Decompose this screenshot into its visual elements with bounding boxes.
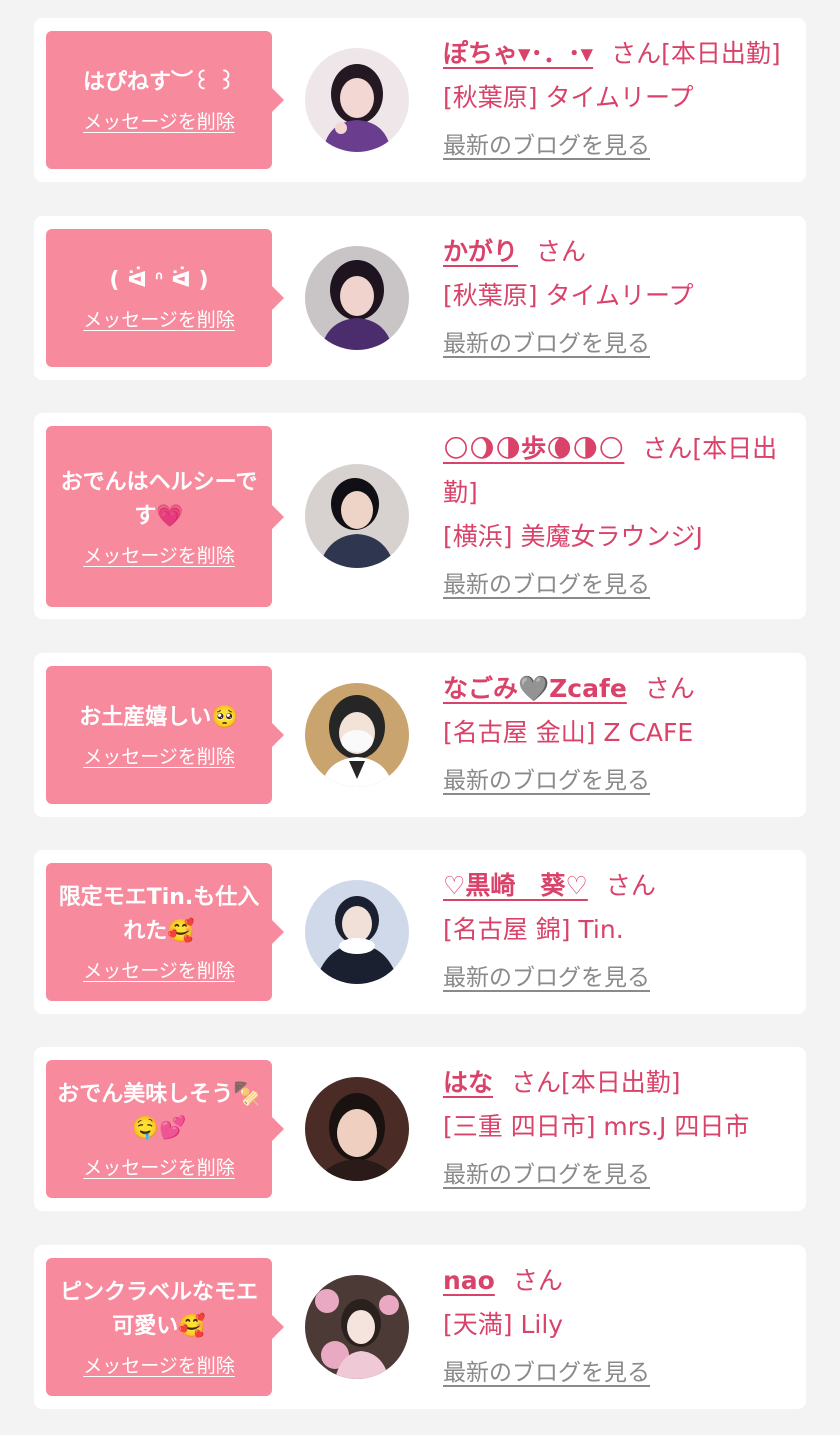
message-text: はぴねす︶꒰ ꒱	[82, 70, 236, 95]
favorite-card: はぴねす︶꒰ ꒱ メッセージを削除 ぽちゃ▾･．･▾ さん[本日出勤] [秋葉原]…	[34, 18, 806, 182]
latest-blog-link[interactable]: 最新のブログを見る	[443, 962, 650, 994]
profile-name-link[interactable]: 🌕🌖🌗歩🌘🌗🌕	[443, 434, 624, 463]
message-text: 限定モエTin.も仕入れた🥰	[58, 885, 260, 944]
message-bubble: ( ᐛ ᐢ ᐛ ) メッセージを削除	[46, 229, 284, 367]
latest-blog-link[interactable]: 最新のブログを見る	[443, 765, 650, 797]
message-bubble: 限定モエTin.も仕入れた🥰 メッセージを削除	[46, 863, 284, 1001]
profile-name-link[interactable]: ♡黒崎 葵♡	[443, 871, 588, 900]
shop-name: [横浜] 美魔女ラウンジJ	[443, 522, 703, 551]
delete-message-link[interactable]: メッセージを削除	[83, 745, 235, 769]
avatar[interactable]	[305, 246, 409, 350]
message-bubble: ピンクラベルなモエ可愛い🥰 メッセージを削除	[46, 1258, 284, 1396]
delete-message-link[interactable]: メッセージを削除	[83, 110, 235, 134]
message-bubble: はぴねす︶꒰ ꒱ メッセージを削除	[46, 31, 284, 169]
profile-info: 🌕🌖🌗歩🌘🌗🌕 さん[本日出勤] [横浜] 美魔女ラウンジJ 最新のブログを見る	[443, 427, 796, 601]
latest-blog-link[interactable]: 最新のブログを見る	[443, 328, 650, 360]
latest-blog-link[interactable]: 最新のブログを見る	[443, 1159, 650, 1191]
profile-info: nao さん [天満] Lily 最新のブログを見る	[443, 1259, 796, 1389]
honorific: さん	[644, 674, 695, 703]
profile-info: なごみ🩶Zcafe さん [名古屋 金山] Z CAFE 最新のブログを見る	[443, 667, 796, 797]
work-status: [本日出勤]	[561, 1068, 681, 1097]
shop-name: [天満] Lily	[443, 1310, 564, 1339]
profile-info: かがり さん [秋葉原] タイムリープ 最新のブログを見る	[443, 230, 796, 360]
avatar[interactable]	[305, 880, 409, 984]
avatar[interactable]	[305, 683, 409, 787]
message-bubble: おでん美味しそう🍢🤤💕 メッセージを削除	[46, 1060, 284, 1198]
honorific: さん	[611, 39, 662, 68]
profile-name-link[interactable]: はな	[443, 1068, 493, 1097]
delete-message-link[interactable]: メッセージを削除	[83, 1354, 235, 1378]
profile-name-link[interactable]: nao	[443, 1266, 495, 1295]
message-text: おでんはヘルシーです💗	[60, 469, 258, 529]
favorite-card: お土産嬉しい🥺 メッセージを削除 なごみ🩶Zcafe さん [名古屋 金山] Z …	[34, 653, 806, 817]
shop-name: [名古屋 錦] Tin.	[443, 915, 624, 944]
profile-info: ♡黒崎 葵♡ さん [名古屋 錦] Tin. 最新のブログを見る	[443, 864, 796, 994]
work-status: [本日出勤]	[661, 39, 781, 68]
profile-name-link[interactable]: ぽちゃ▾･．･▾	[443, 39, 593, 68]
shop-name: [秋葉原] タイムリープ	[443, 281, 694, 310]
favorite-card: 限定モエTin.も仕入れた🥰 メッセージを削除 ♡黒崎 葵♡ さん [名古屋 錦]…	[34, 850, 806, 1014]
avatar[interactable]	[305, 48, 409, 152]
honorific: さん	[512, 1266, 563, 1295]
latest-blog-link[interactable]: 最新のブログを見る	[443, 569, 650, 601]
message-text: お土産嬉しい🥺	[79, 705, 239, 730]
honorific: さん	[642, 434, 693, 463]
favorites-message-list: はぴねす︶꒰ ꒱ メッセージを削除 ぽちゃ▾･．･▾ さん[本日出勤] [秋葉原]…	[0, 0, 840, 1435]
latest-blog-link[interactable]: 最新のブログを見る	[443, 130, 650, 162]
honorific: さん	[605, 871, 656, 900]
avatar[interactable]	[305, 1077, 409, 1181]
message-text: ( ᐛ ᐢ ᐛ )	[109, 268, 209, 293]
favorite-card: おでん美味しそう🍢🤤💕 メッセージを削除 はな さん[本日出勤] [三重 四日市]…	[34, 1047, 806, 1211]
shop-name: [名古屋 金山] Z CAFE	[443, 718, 694, 747]
profile-info: ぽちゃ▾･．･▾ さん[本日出勤] [秋葉原] タイムリープ 最新のブログを見る	[443, 32, 796, 162]
shop-name: [秋葉原] タイムリープ	[443, 83, 694, 112]
latest-blog-link[interactable]: 最新のブログを見る	[443, 1357, 650, 1389]
message-text: ピンクラベルなモエ可愛い🥰	[59, 1280, 258, 1339]
shop-name: [三重 四日市] mrs.J 四日市	[443, 1112, 750, 1141]
favorite-card: ( ᐛ ᐢ ᐛ ) メッセージを削除 かがり さん [秋葉原] タイムリープ 最新…	[34, 216, 806, 380]
profile-name-link[interactable]: かがり	[443, 237, 518, 266]
message-bubble: お土産嬉しい🥺 メッセージを削除	[46, 666, 284, 804]
delete-message-link[interactable]: メッセージを削除	[83, 544, 235, 568]
profile-info: はな さん[本日出勤] [三重 四日市] mrs.J 四日市 最新のブログを見る	[443, 1061, 796, 1191]
delete-message-link[interactable]: メッセージを削除	[83, 1156, 235, 1180]
message-text: おでん美味しそう🍢🤤💕	[57, 1082, 261, 1141]
honorific: さん	[536, 237, 587, 266]
avatar[interactable]	[305, 1275, 409, 1379]
favorite-card: ピンクラベルなモエ可愛い🥰 メッセージを削除 nao さん [天満] Lily 最…	[34, 1245, 806, 1409]
favorite-card: おでんはヘルシーです💗 メッセージを削除 🌕🌖🌗歩🌘🌗🌕 さん[本日出勤] [横浜…	[34, 413, 806, 619]
delete-message-link[interactable]: メッセージを削除	[83, 959, 235, 983]
honorific: さん	[511, 1068, 562, 1097]
profile-name-link[interactable]: なごみ🩶Zcafe	[443, 674, 627, 703]
avatar[interactable]	[305, 464, 409, 568]
delete-message-link[interactable]: メッセージを削除	[83, 308, 235, 332]
message-bubble: おでんはヘルシーです💗 メッセージを削除	[46, 426, 284, 607]
